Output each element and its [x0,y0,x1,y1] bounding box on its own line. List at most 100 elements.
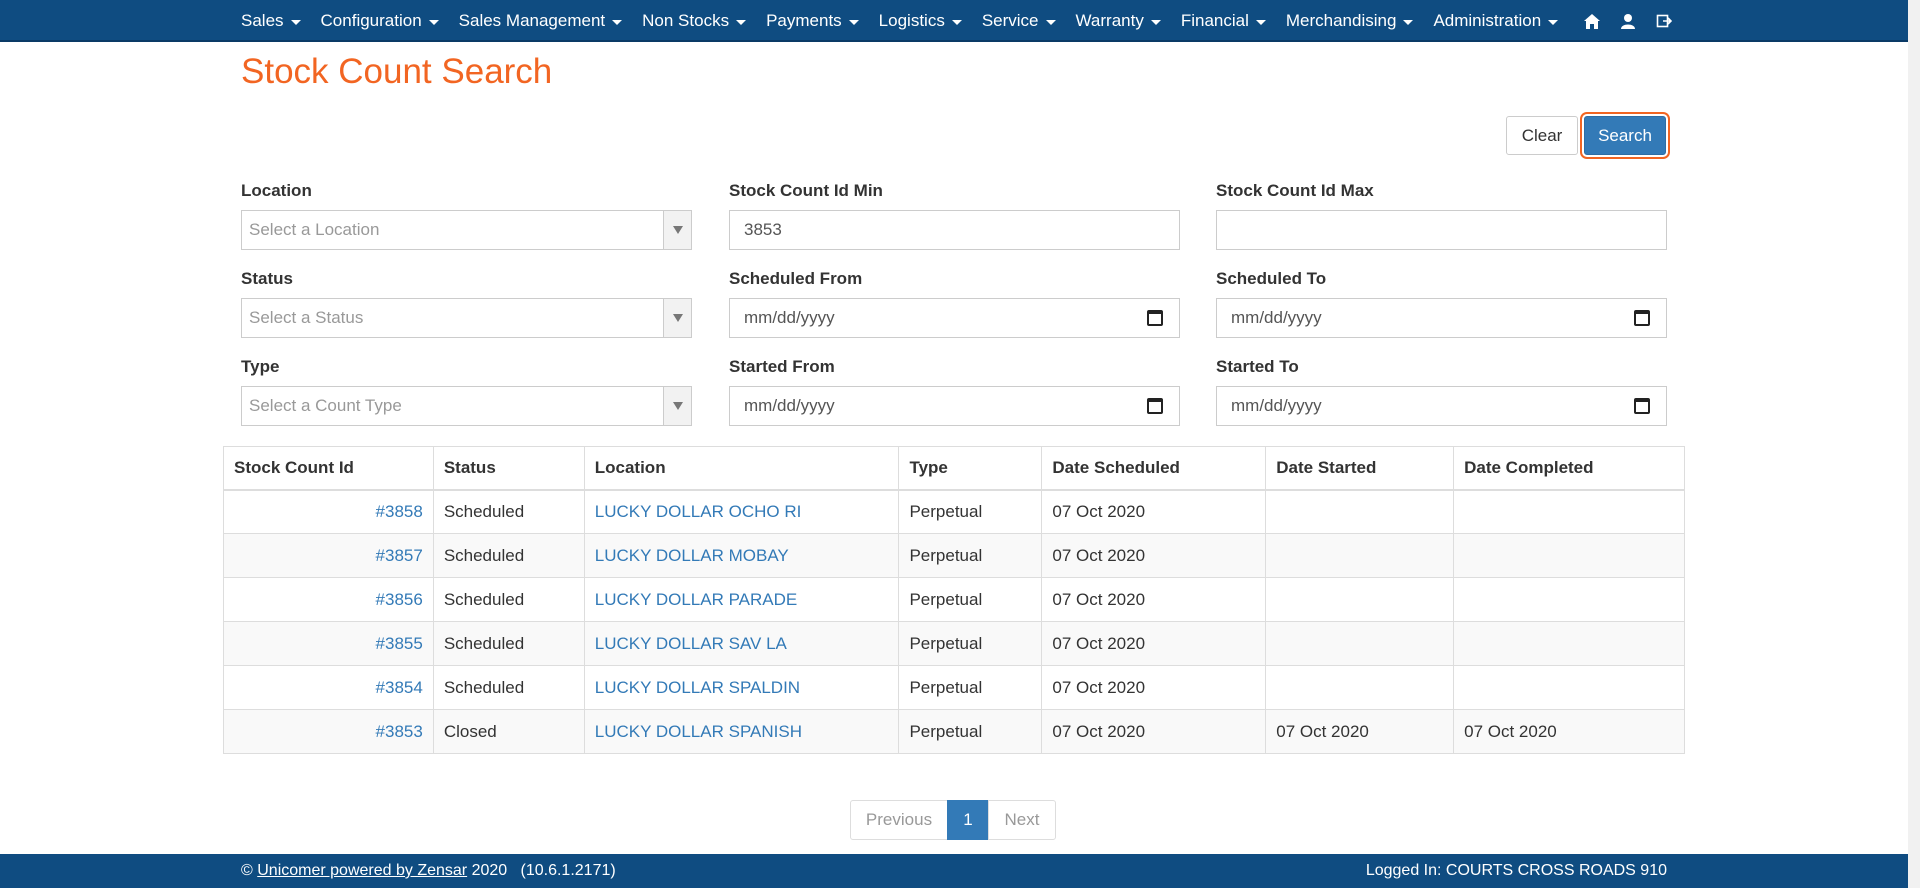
column-header[interactable]: Status [432,446,585,491]
table-cell: LUCKY DOLLAR OCHO RI [583,489,900,534]
stock-count-id-link[interactable]: #3857 [376,546,423,565]
scheduled-to-input[interactable]: mm/dd/yyyy [1216,298,1667,338]
scheduled-to-value: mm/dd/yyyy [1231,308,1322,327]
calendar-icon[interactable] [1147,398,1163,414]
started-from-value: mm/dd/yyyy [744,396,835,415]
location-link[interactable]: LUCKY DOLLAR SAV LA [595,634,787,653]
stock-count-id-link[interactable]: #3858 [376,502,423,521]
location-link[interactable]: LUCKY DOLLAR SPALDIN [595,678,800,697]
column-header[interactable]: Stock Count Id [223,446,434,491]
column-header[interactable]: Type [898,446,1043,491]
column-header[interactable]: Date Completed [1453,446,1685,491]
id-min-input[interactable]: 3853 [729,210,1180,250]
location-select[interactable]: Select a Location [241,210,692,250]
id-min-value: 3853 [744,220,782,239]
table-cell [1265,489,1455,534]
column-header[interactable]: Location [583,446,900,491]
scheduled-to-label: Scheduled To [1216,269,1327,288]
stock-count-id-link[interactable]: #3856 [376,590,423,609]
stock-count-id-link[interactable]: #3855 [376,634,423,653]
table-cell: Closed [432,709,585,754]
caret-down-icon [290,19,301,25]
id-max-input[interactable] [1216,210,1667,250]
nav-item-label: Financial [1180,11,1249,30]
location-link[interactable]: LUCKY DOLLAR OCHO RI [595,502,802,521]
nav-item-non-stocks[interactable]: Non Stocks [642,11,747,31]
chevron-down-icon[interactable] [663,387,691,425]
nav-item-label: Merchandising [1285,11,1397,30]
status-select[interactable]: Select a Status [241,298,692,338]
status-label: Status [241,269,293,288]
calendar-icon[interactable] [1634,310,1650,326]
chevron-down-icon[interactable] [663,211,691,249]
nav-item-logistics[interactable]: Logistics [879,11,962,31]
company-link[interactable]: Unicomer powered by Zensar [257,862,467,879]
search-button[interactable]: Search [1584,116,1666,155]
column-header[interactable]: Date Started [1265,446,1455,491]
table-row: #3854 Scheduled LUCKY DOLLAR SPALDIN Perpet… [223,665,1685,710]
table-cell [1453,577,1685,622]
nav-item-service[interactable]: Service [982,11,1056,31]
nav-item-payments[interactable]: Payments [766,11,859,31]
scheduled-from-value: mm/dd/yyyy [744,308,835,327]
calendar-icon[interactable] [1147,310,1163,326]
caret-down-icon [428,19,439,25]
column-header[interactable]: Date Scheduled [1041,446,1267,491]
table-cell [1453,665,1685,710]
type-label: Type [241,357,280,376]
table-cell: Scheduled [432,489,585,534]
next-page-button[interactable]: Next [988,800,1056,840]
table-cell: 07 Oct 2020 [1041,621,1267,666]
footer-copyright: © Unicomer powered by Zensar 2020 (10.6.… [241,862,616,880]
location-link[interactable]: LUCKY DOLLAR MOBAY [595,546,789,565]
copyright-symbol: © [241,862,253,879]
calendar-icon[interactable] [1634,398,1650,414]
stock-count-id-link[interactable]: #3853 [376,722,423,741]
started-from-label: Started From [729,357,835,376]
started-to-input[interactable]: mm/dd/yyyy [1216,386,1667,426]
previous-page-button[interactable]: Previous [850,800,948,840]
type-select[interactable]: Select a Count Type [241,386,692,426]
user-icon[interactable] [1618,11,1638,31]
clear-button[interactable]: Clear [1506,116,1578,155]
table-cell [1453,621,1685,666]
table-row: #3853 Closed LUCKY DOLLAR SPANISH Perpetual… [223,709,1685,754]
type-placeholder: Select a Count Type [249,396,402,415]
nav-item-financial[interactable]: Financial [1181,11,1266,31]
table-cell: 07 Oct 2020 [1265,709,1455,754]
nav-item-sales[interactable]: Sales [241,11,301,31]
table-cell: LUCKY DOLLAR PARADE [583,577,900,622]
logout-icon[interactable] [1654,11,1674,31]
table-cell: Scheduled [432,621,585,666]
home-icon[interactable] [1582,11,1602,31]
page-scrollbar[interactable] [1908,0,1920,888]
nav-item-label: Sales Management [458,11,606,30]
nav-item-warranty[interactable]: Warranty [1076,11,1161,31]
current-page-button[interactable]: 1 [947,800,989,840]
nav-item-administration[interactable]: Administration [1433,11,1559,31]
stock-count-id-link[interactable]: #3854 [376,678,423,697]
chevron-down-icon[interactable] [663,299,691,337]
caret-down-icon [951,19,962,25]
table-row: #3857 Scheduled LUCKY DOLLAR MOBAY Perpetua… [223,533,1685,578]
started-to-value: mm/dd/yyyy [1231,396,1322,415]
nav-item-sales-management[interactable]: Sales Management [458,11,623,31]
table-row: #3855 Scheduled LUCKY DOLLAR SAV LA Perpetu… [223,621,1685,666]
table-cell: Perpetual [898,577,1043,622]
table-row: #3858 Scheduled LUCKY DOLLAR OCHO RI Perpet… [223,489,1685,534]
page-title: Stock Count Search [241,52,553,91]
caret-down-icon [1045,19,1056,25]
table-cell: 07 Oct 2020 [1041,709,1267,754]
nav-icons [1582,0,1690,42]
table-cell: 07 Oct 2020 [1453,709,1685,754]
scheduled-from-input[interactable]: mm/dd/yyyy [729,298,1180,338]
table-cell: #3858 [223,489,434,534]
started-from-input[interactable]: mm/dd/yyyy [729,386,1180,426]
nav-item-label: Administration [1433,11,1542,30]
location-link[interactable]: LUCKY DOLLAR PARADE [595,590,798,609]
location-link[interactable]: LUCKY DOLLAR SPANISH [595,722,802,741]
table-cell [1265,577,1455,622]
nav-item-configuration[interactable]: Configuration [321,11,439,31]
nav-item-merchandising[interactable]: Merchandising [1286,11,1414,31]
table-cell [1265,621,1455,666]
